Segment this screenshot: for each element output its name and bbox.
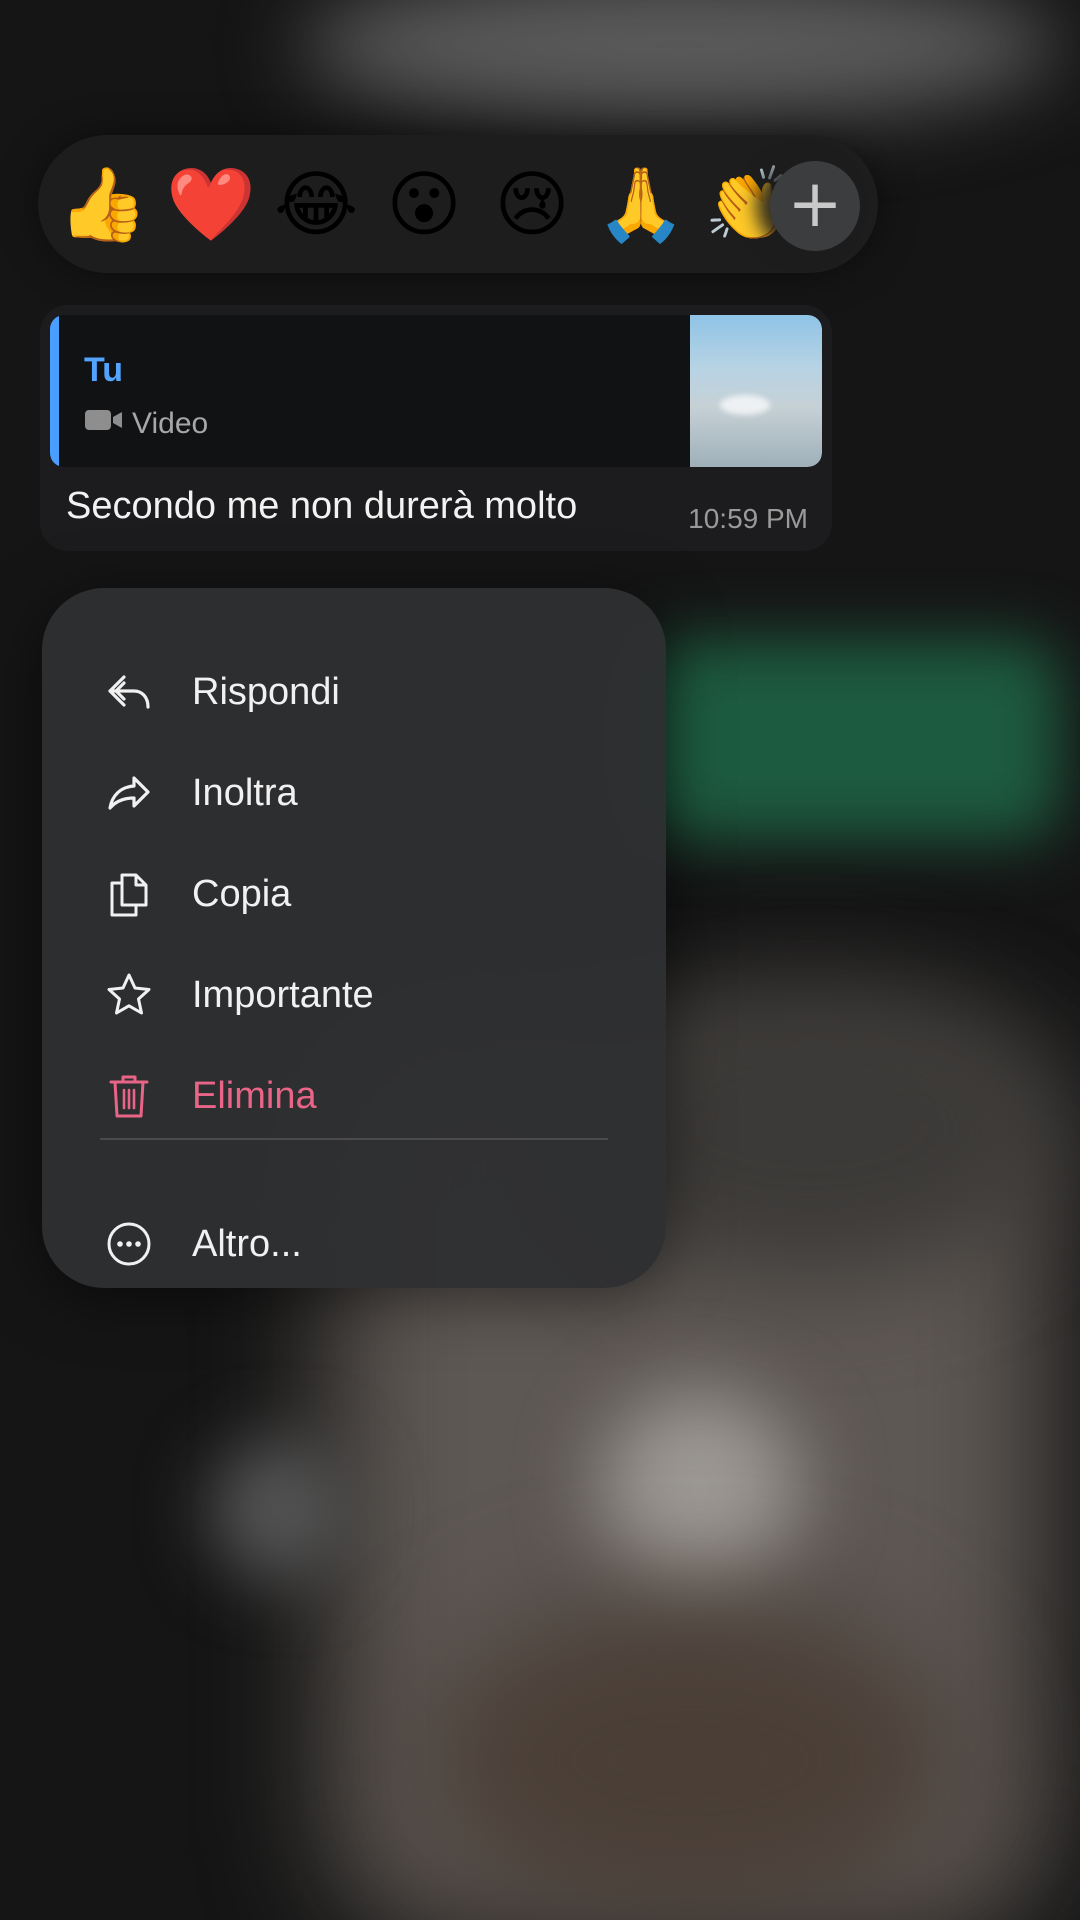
message-timestamp: 10:59 PM bbox=[688, 503, 808, 534]
menu-item-label: Copia bbox=[192, 872, 292, 915]
message-text: Secondo me non durerà molto bbox=[66, 485, 578, 527]
menu-divider bbox=[100, 1138, 608, 1140]
reaction-thumbs-up[interactable]: 👍 bbox=[58, 162, 148, 246]
menu-item-label: Importante bbox=[192, 973, 374, 1016]
trash-icon bbox=[104, 1071, 154, 1121]
background-blur bbox=[600, 1390, 800, 1590]
menu-item-label: Rispondi bbox=[192, 670, 340, 713]
video-camera-icon bbox=[84, 407, 132, 441]
more-reactions-button[interactable]: + bbox=[770, 161, 860, 251]
context-menu: Rispondi Inoltra Copia Importante Elimin… bbox=[42, 588, 666, 1288]
menu-item-altro[interactable]: Altro... bbox=[42, 1196, 666, 1292]
reaction-pray[interactable]: 🙏 bbox=[596, 162, 686, 246]
quote-media-type: Video bbox=[84, 407, 208, 441]
menu-item-label: Elimina bbox=[192, 1074, 317, 1117]
background-blur bbox=[210, 1440, 350, 1580]
screen: 👍 ❤️ 😂 😮 😢 🙏 👏 + Tu Video Secondo me non… bbox=[0, 0, 1080, 1920]
quote-accent-bar bbox=[50, 315, 59, 467]
reaction-heart[interactable]: ❤️ bbox=[166, 162, 256, 246]
menu-item-inoltra[interactable]: Inoltra bbox=[42, 745, 666, 841]
background-blur bbox=[300, 0, 1060, 120]
background-blur bbox=[420, 1600, 960, 1920]
menu-item-elimina[interactable]: Elimina bbox=[42, 1048, 666, 1144]
menu-item-copia[interactable]: Copia bbox=[42, 846, 666, 942]
message-bubble[interactable]: Tu Video Secondo me non durerà molto 10:… bbox=[40, 305, 832, 551]
more-icon bbox=[104, 1219, 154, 1269]
menu-item-label: Inoltra bbox=[192, 771, 298, 814]
quoted-message[interactable]: Tu Video bbox=[50, 315, 822, 467]
background-blur bbox=[640, 640, 1060, 840]
menu-item-importante[interactable]: Importante bbox=[42, 947, 666, 1043]
menu-item-label: Altro... bbox=[192, 1222, 302, 1265]
reaction-surprised[interactable]: 😮 bbox=[382, 162, 466, 246]
reaction-bar: 👍 ❤️ 😂 😮 😢 🙏 👏 bbox=[38, 135, 878, 273]
quote-author: Tu bbox=[84, 351, 124, 389]
star-icon bbox=[104, 970, 154, 1020]
video-thumbnail[interactable] bbox=[690, 315, 822, 467]
reaction-crying[interactable]: 😢 bbox=[490, 162, 574, 246]
quote-media-label: Video bbox=[132, 407, 209, 440]
menu-item-rispondi[interactable]: Rispondi bbox=[42, 644, 666, 740]
forward-icon bbox=[104, 768, 154, 818]
reply-icon bbox=[104, 667, 154, 717]
reaction-laughing[interactable]: 😂 bbox=[274, 162, 358, 246]
copy-icon bbox=[104, 869, 154, 919]
thumbnail-detail bbox=[720, 395, 770, 415]
